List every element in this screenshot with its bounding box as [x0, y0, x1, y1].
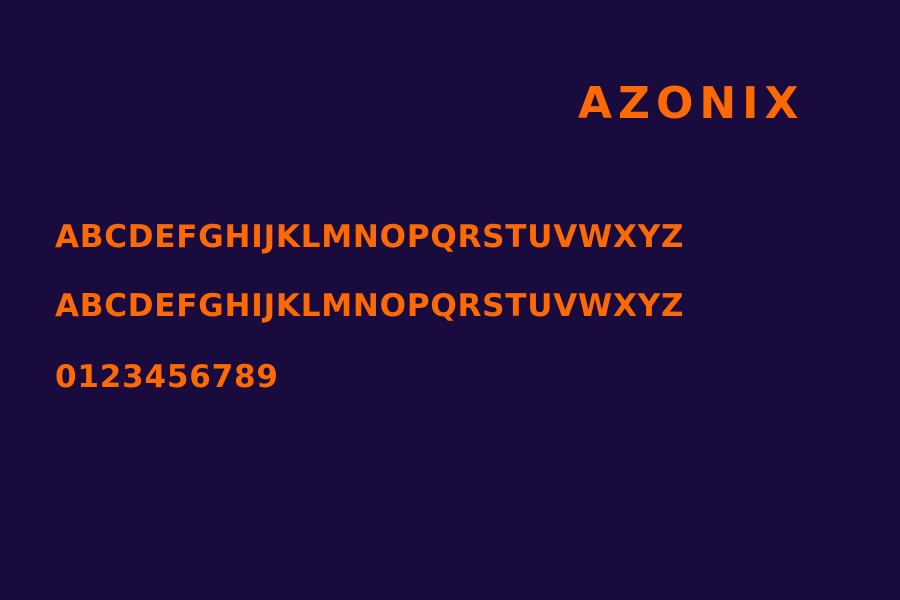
font-name-title: AZONIX	[578, 78, 805, 129]
uppercase-alphabet-row: ABCDEFGHIJKLMNOPQRSTUVWXYZ	[55, 219, 685, 255]
font-specimen-card: AZONIX ABCDEFGHIJKLMNOPQRSTUVWXYZ ABCDEF…	[0, 0, 900, 600]
digits-row: 0123456789	[55, 359, 279, 395]
second-alphabet-row: ABCDEFGHIJKLMNOPQRSTUVWXYZ	[55, 288, 685, 324]
